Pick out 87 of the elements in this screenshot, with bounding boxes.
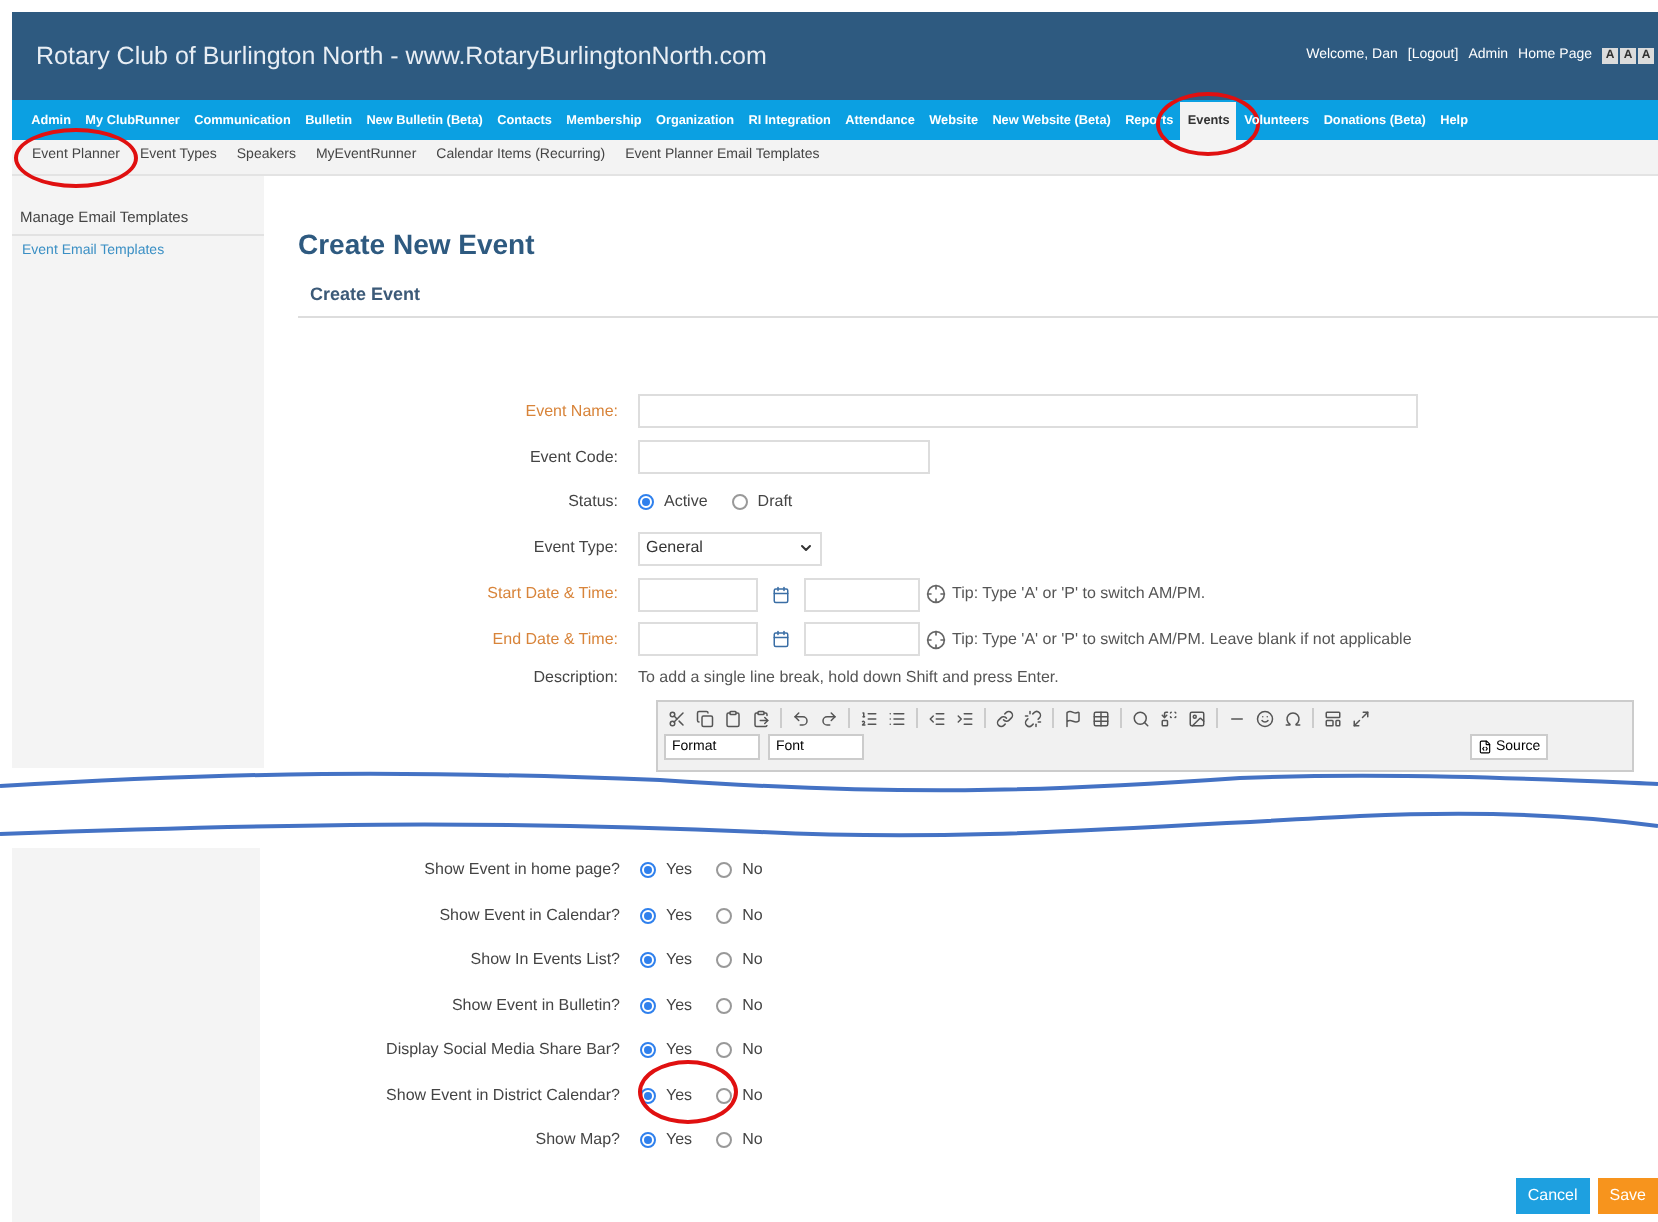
field-label: Start Date & Time: [485,582,620,607]
yes-option[interactable]: Yes [640,903,693,928]
toolbar-icon[interactable] [668,709,686,728]
toolbar-icon[interactable] [1324,709,1342,728]
tip-text: Tip: Type 'A' or 'P' to switch AM/PM. [952,582,1206,607]
field-label: Status: [566,490,620,515]
status-option[interactable]: Active [638,490,708,515]
toolbar-icon[interactable] [752,709,770,728]
radio-button[interactable] [716,952,733,969]
yes-option[interactable]: Yes [640,1128,693,1153]
option-label: Show Map? [533,1128,622,1153]
radio-button[interactable] [716,997,733,1014]
text-field[interactable] [638,440,930,475]
option-label: Show In Events List? [468,948,622,973]
radio-button[interactable] [716,1042,733,1059]
radio-button[interactable] [716,907,733,924]
field-label: End Date & Time: [490,627,620,652]
field-label: Event Name: [523,399,620,424]
date-field[interactable] [638,622,758,657]
page-title: Create New Event [298,226,537,264]
toolbar-icon[interactable] [928,709,946,728]
site-title: Rotary Club of Burlington North - www.RotaryBurlingtonNorth.com [36,39,767,74]
option-label: Show Event in District Calendar? [384,1083,622,1108]
tip-text: Tip: Type 'A' or 'P' to switch AM/PM. Leave blank if not applicable [952,627,1412,652]
toolbar-icon[interactable] [1024,709,1042,728]
radio-button[interactable] [638,494,654,511]
hint-text: To add a single line break, hold down Shift and press Enter. [638,666,1059,691]
toolbar-icon[interactable] [792,709,810,728]
toolbar-icon[interactable] [1160,709,1178,728]
radio-button[interactable] [640,907,656,924]
chevron-icon [798,540,814,557]
no-option[interactable]: No [716,1038,763,1063]
radio-button[interactable] [640,997,656,1014]
toolbar-icon[interactable] [1132,709,1150,728]
option-label: Display Social Media Share Bar? [384,1038,622,1063]
radio-button[interactable] [716,1087,733,1104]
option-label: Show Event in home page? [422,858,622,883]
yes-option[interactable]: Yes [640,1038,693,1063]
section-title: Create Event [298,282,1658,317]
calendar-icon[interactable] [772,630,790,649]
radio-button[interactable] [640,862,656,879]
toolbar-icon[interactable] [860,709,878,728]
calendar-icon[interactable] [772,585,790,604]
option-label: Show Event in Calendar? [437,903,622,928]
radio-button[interactable] [716,1132,733,1149]
toolbar-icon[interactable] [820,709,838,728]
field-label: Event Code: [527,445,620,470]
toolbar-icon[interactable] [1064,709,1082,728]
toolbar-icon[interactable] [888,709,906,728]
option-label: Show Event in Bulletin? [449,993,622,1018]
toolbar-icon[interactable] [956,709,974,728]
source-icon [1478,740,1492,755]
field-label: Description: [531,666,620,691]
no-option[interactable]: No [716,993,763,1018]
no-option[interactable]: No [716,948,763,973]
no-option[interactable]: No [716,903,763,928]
toolbar-icon[interactable] [1256,709,1274,728]
status-option[interactable]: Draft [731,490,793,515]
toolbar-icon[interactable] [1188,709,1206,728]
radio-button[interactable] [640,952,656,969]
event-type-select[interactable]: General [638,531,822,566]
crosshair-icon[interactable] [926,629,946,650]
no-option[interactable]: No [716,1128,763,1153]
radio-button[interactable] [640,1132,656,1149]
yes-option[interactable]: Yes [640,858,693,883]
radio-button[interactable] [716,862,733,879]
toolbar-icon[interactable] [1352,709,1370,728]
yes-option[interactable]: Yes [640,993,693,1018]
toolbar-icon[interactable] [724,709,742,728]
radio-button[interactable] [731,494,748,511]
toolbar-icon[interactable] [996,709,1014,728]
time-field[interactable] [804,577,920,612]
toolbar-icon[interactable] [1284,709,1302,728]
crosshair-icon[interactable] [926,584,946,605]
toolbar-icon[interactable] [1092,709,1110,728]
field-label: Event Type: [531,536,620,561]
no-option[interactable]: No [716,1083,763,1108]
yes-option[interactable]: Yes [640,948,693,973]
text-field[interactable] [638,394,1418,429]
no-option[interactable]: No [716,858,763,883]
yes-option[interactable]: Yes [640,1083,693,1108]
date-field[interactable] [638,577,758,612]
annotation-circle [14,128,138,188]
time-field[interactable] [804,622,920,657]
toolbar-icon[interactable] [696,709,714,728]
annotation-circle [638,1060,738,1124]
radio-button[interactable] [640,1042,656,1059]
